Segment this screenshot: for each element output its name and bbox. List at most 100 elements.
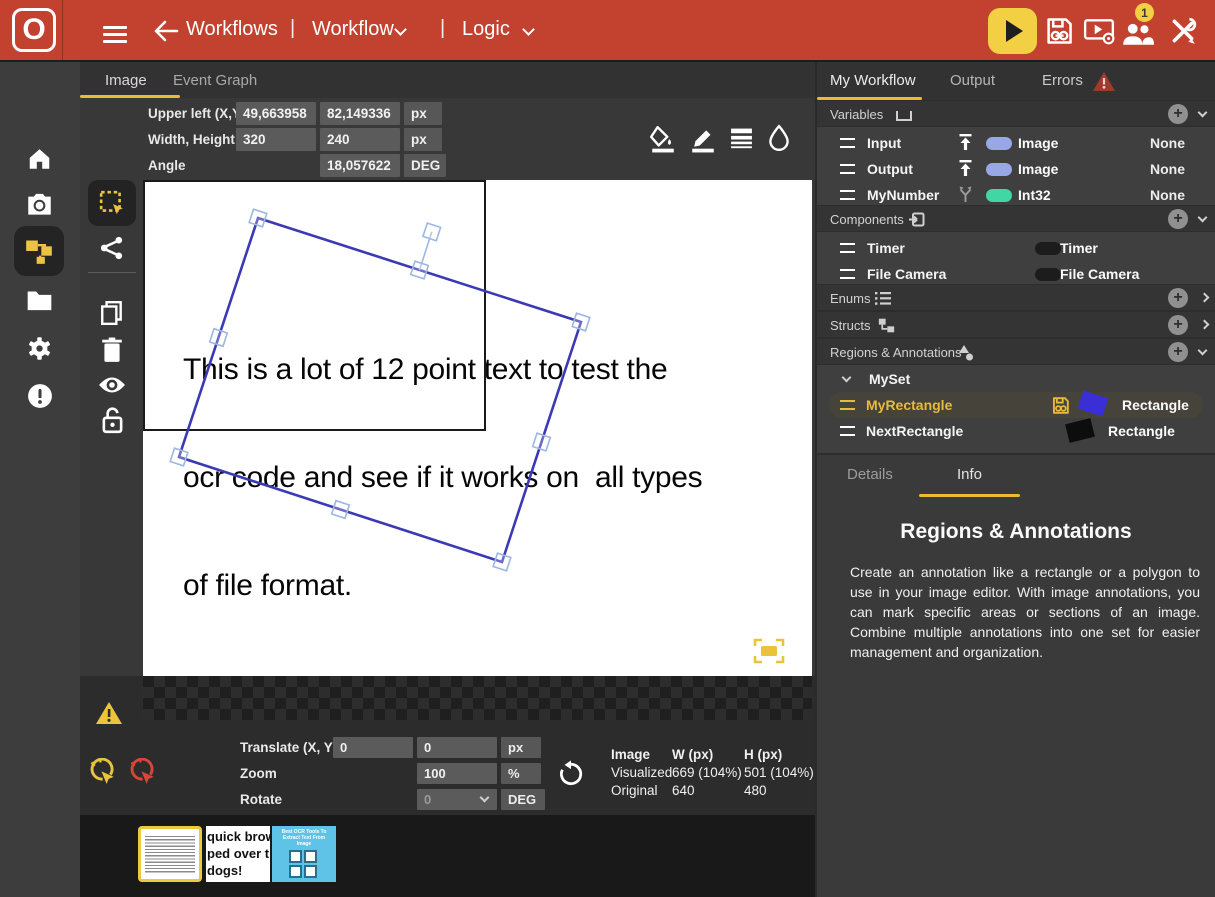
- crossed-tools-icon[interactable]: [1167, 16, 1199, 46]
- image-canvas[interactable]: This is a lot of 12 point text to test t…: [143, 180, 812, 676]
- back-arrow-icon[interactable]: [153, 19, 179, 43]
- gear-icon[interactable]: [26, 335, 53, 362]
- width-input[interactable]: 320: [236, 128, 316, 151]
- collapse-variables-icon[interactable]: [1198, 108, 1208, 118]
- chevron-down-icon[interactable]: [522, 23, 535, 36]
- thumbnail-1-selected[interactable]: [138, 826, 202, 882]
- warning-icon[interactable]: [95, 701, 123, 726]
- translate-y-input[interactable]: 0: [417, 737, 497, 758]
- fit-view-icon[interactable]: [755, 640, 783, 662]
- tab-output[interactable]: Output: [950, 72, 995, 89]
- upper-left-x-input[interactable]: 49,663958: [236, 102, 316, 125]
- menu-icon[interactable]: [103, 22, 127, 47]
- handle-right-mid[interactable]: [533, 433, 551, 451]
- thumbnail-2[interactable]: quick brow ped over th dogs!: [206, 826, 270, 882]
- drag-handle-icon[interactable]: [840, 190, 855, 200]
- region-myrectangle[interactable]: MyRectangle: [866, 397, 952, 413]
- drag-handle-icon[interactable]: [840, 243, 855, 253]
- variable-output[interactable]: Output: [867, 161, 913, 177]
- handle-top-right[interactable]: [572, 313, 590, 331]
- tab-image[interactable]: Image: [105, 72, 147, 89]
- collapse-myset-icon[interactable]: [842, 373, 852, 383]
- variables-section-header[interactable]: Variables +: [817, 100, 1215, 127]
- line-weight-icon[interactable]: [729, 127, 754, 151]
- error-icon[interactable]: [27, 383, 53, 409]
- rotate-reset-icon[interactable]: [558, 760, 584, 788]
- chevron-down-icon[interactable]: [394, 23, 407, 36]
- my-rectangle-annotation[interactable]: [170, 209, 590, 571]
- select-tool-active[interactable]: [88, 180, 136, 226]
- breadcrumb-workflows[interactable]: Workflows: [186, 18, 278, 41]
- add-struct-button[interactable]: +: [1168, 315, 1188, 335]
- breadcrumb-logic-dropdown[interactable]: Logic: [462, 18, 510, 41]
- zoom-input[interactable]: 100: [417, 763, 497, 784]
- eye-icon[interactable]: [98, 374, 126, 396]
- angle-input[interactable]: 18,057622: [320, 154, 400, 177]
- tab-event-graph[interactable]: Event Graph: [173, 72, 257, 89]
- handle-bottom-left[interactable]: [170, 448, 188, 466]
- variable-input-value[interactable]: None: [1150, 135, 1185, 151]
- component-timer[interactable]: Timer: [867, 240, 905, 256]
- save-link-icon[interactable]: [1044, 16, 1074, 46]
- add-enum-button[interactable]: +: [1168, 288, 1188, 308]
- variable-mynumber-value[interactable]: None: [1150, 187, 1185, 203]
- handle-rotate[interactable]: [423, 223, 441, 241]
- variable-input[interactable]: Input: [867, 135, 901, 151]
- app-logo[interactable]: O: [12, 8, 56, 52]
- tab-info[interactable]: Info: [957, 466, 982, 483]
- save-link-icon[interactable]: [1051, 396, 1070, 415]
- tab-my-workflow[interactable]: My Workflow: [830, 72, 916, 89]
- handle-top-mid[interactable]: [411, 261, 429, 279]
- opacity-drop-icon[interactable]: [767, 124, 791, 152]
- handle-bottom-mid[interactable]: [332, 501, 350, 519]
- region-set-myset[interactable]: MySet: [869, 371, 910, 387]
- translate-x-input[interactable]: 0: [333, 737, 413, 758]
- copy-icon[interactable]: [100, 300, 124, 326]
- expand-structs-icon[interactable]: [1200, 320, 1210, 330]
- enums-section-header[interactable]: Enums +: [817, 284, 1215, 311]
- thumbnail-3[interactable]: Best OCR Tools To Extract Text From Imag…: [272, 826, 336, 882]
- users-icon[interactable]: [1120, 20, 1154, 46]
- edit-pen-icon[interactable]: [690, 125, 716, 153]
- screen-run-settings-icon[interactable]: [1083, 17, 1115, 45]
- folder-icon[interactable]: [26, 289, 53, 312]
- drag-handle-icon[interactable]: [840, 164, 855, 174]
- auto-click-yellow-icon[interactable]: [87, 758, 116, 788]
- collapse-regions-icon[interactable]: [1198, 346, 1208, 356]
- polygon-icon[interactable]: [99, 235, 124, 261]
- component-file-camera[interactable]: File Camera: [867, 266, 946, 282]
- height-input[interactable]: 240: [320, 128, 400, 151]
- region-myrectangle-row-selected[interactable]: MyRectangle Rectangle: [829, 392, 1203, 418]
- components-section-header[interactable]: Components +: [817, 205, 1215, 232]
- region-nextrectangle[interactable]: NextRectangle: [866, 423, 963, 439]
- tab-details[interactable]: Details: [847, 466, 893, 483]
- drag-handle-icon[interactable]: [840, 400, 855, 410]
- upper-left-y-input[interactable]: 82,149336: [320, 102, 400, 125]
- handle-top-left[interactable]: [249, 209, 267, 227]
- drag-handle-icon[interactable]: [840, 269, 855, 279]
- rotate-select[interactable]: 0: [417, 789, 497, 810]
- tab-errors[interactable]: Errors: [1042, 72, 1083, 89]
- next-rectangle-annotation[interactable]: [144, 181, 485, 430]
- camera-icon[interactable]: [26, 192, 53, 217]
- auto-click-red-icon[interactable]: [127, 758, 156, 788]
- structs-section-header[interactable]: Structs +: [817, 311, 1215, 338]
- run-workflow-button[interactable]: [988, 8, 1037, 54]
- variable-output-value[interactable]: None: [1150, 161, 1185, 177]
- sidebar-item-workflows-active[interactable]: [14, 226, 64, 276]
- fill-color-icon[interactable]: [650, 125, 676, 153]
- breadcrumb-workflow-dropdown[interactable]: Workflow: [312, 18, 394, 41]
- expand-enums-icon[interactable]: [1200, 293, 1210, 303]
- lock-open-icon[interactable]: [101, 407, 124, 434]
- variable-mynumber[interactable]: MyNumber: [867, 187, 939, 203]
- home-icon[interactable]: [26, 146, 53, 172]
- handle-left-mid[interactable]: [210, 329, 228, 347]
- add-region-button[interactable]: +: [1168, 342, 1188, 362]
- drag-handle-icon[interactable]: [840, 138, 855, 148]
- drag-handle-icon[interactable]: [840, 426, 855, 436]
- add-component-button[interactable]: +: [1168, 209, 1188, 229]
- collapse-components-icon[interactable]: [1198, 213, 1208, 223]
- regions-section-header[interactable]: Regions & Annotations +: [817, 338, 1215, 365]
- add-variable-button[interactable]: +: [1168, 104, 1188, 124]
- trash-icon[interactable]: [101, 337, 123, 363]
